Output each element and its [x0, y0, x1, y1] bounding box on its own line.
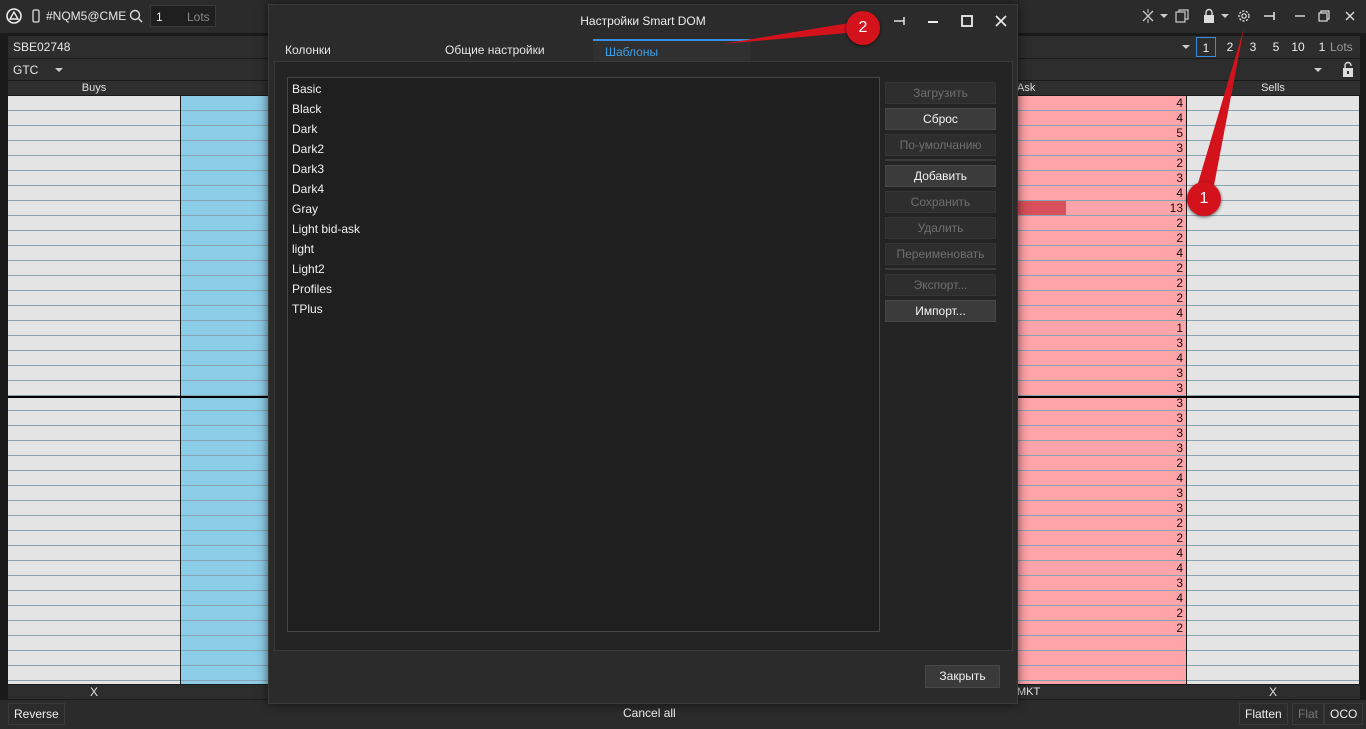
callout-badge-2: 2 [846, 11, 880, 45]
callout-arrow-2 [722, 22, 858, 44]
callout-badge-1: 1 [1187, 182, 1221, 216]
callout-arrows [722, 22, 1244, 196]
callout-arrow-1 [1196, 28, 1244, 196]
